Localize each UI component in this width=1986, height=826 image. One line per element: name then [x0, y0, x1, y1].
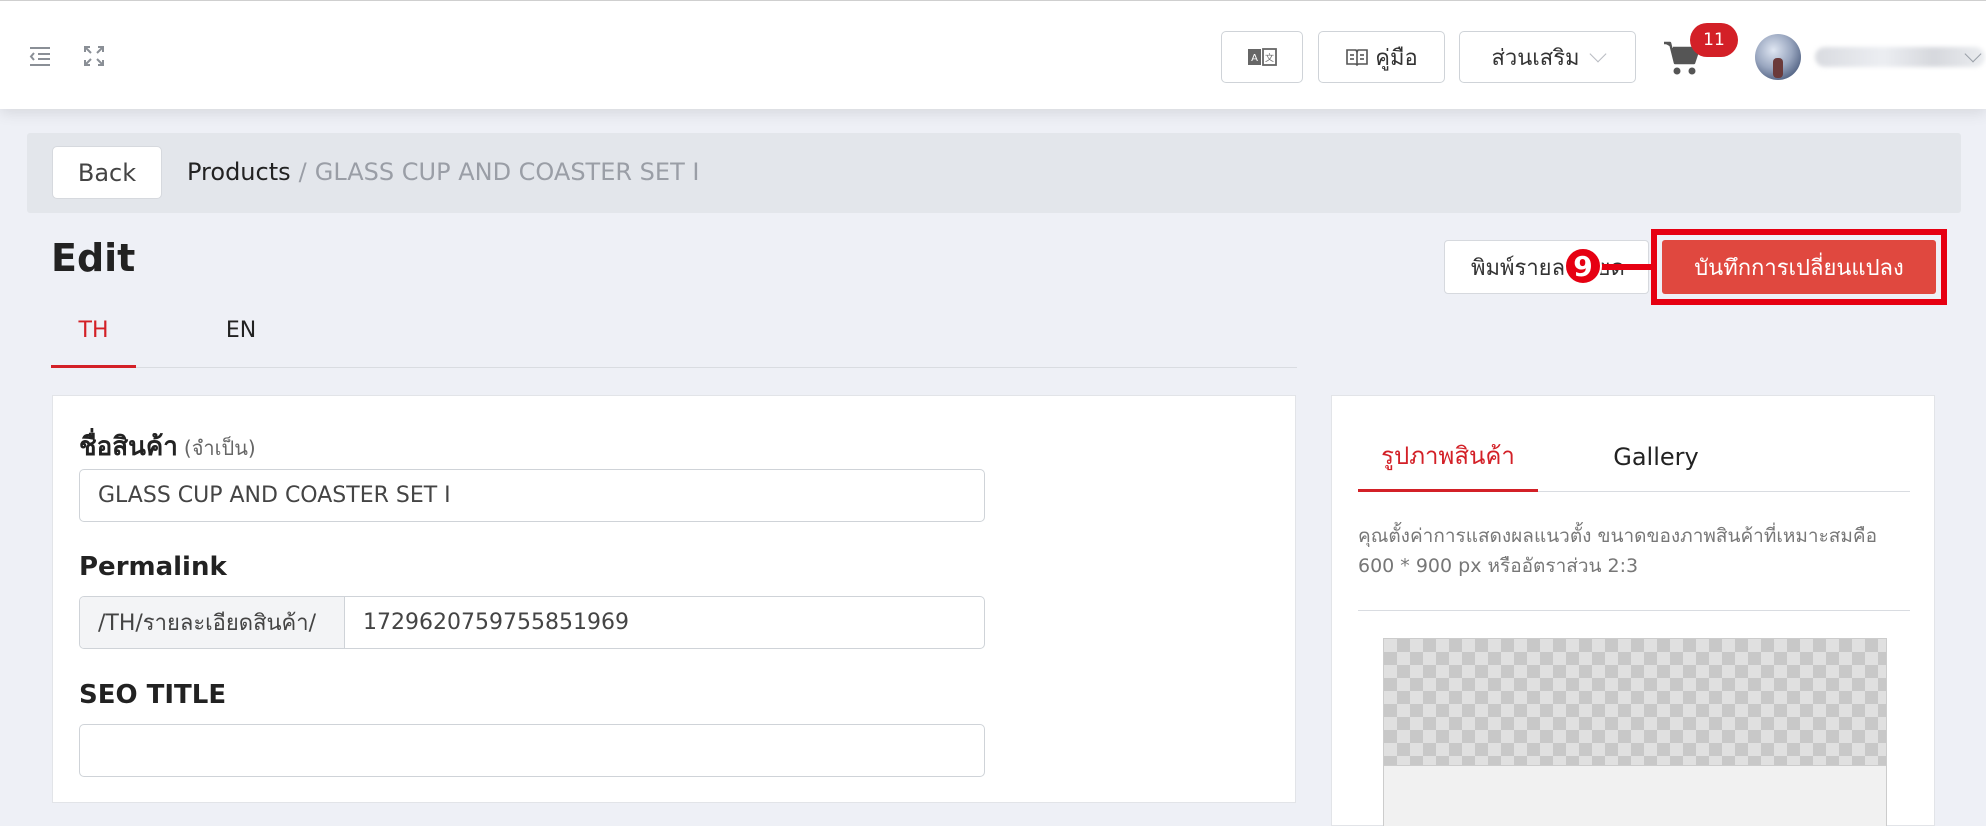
image-preview-placeholder — [1384, 765, 1886, 826]
product-name-label-text: ชื่อสินค้า — [79, 432, 178, 462]
book-icon — [1346, 49, 1369, 67]
image-tabs: รูปภาพสินค้า Gallery — [1358, 422, 1910, 492]
svg-text:文: 文 — [1265, 52, 1274, 64]
top-header: A 文 คู่มือ ส่วนเสริม 11 — [0, 0, 1986, 109]
translate-icon: A 文 — [1248, 48, 1277, 66]
back-button[interactable]: Back — [52, 146, 162, 199]
translate-button[interactable]: A 文 — [1221, 31, 1303, 83]
breadcrumb-separator: / — [298, 158, 307, 186]
required-hint: (จำเป็น) — [183, 436, 256, 460]
tab-gallery[interactable]: Gallery — [1596, 422, 1716, 492]
step-marker: 9 — [1564, 247, 1602, 285]
product-image-card: รูปภาพสินค้า Gallery คุณตั้งค่าการแสดงผล… — [1331, 395, 1935, 826]
svg-text:A: A — [1251, 53, 1258, 64]
tab-product-image[interactable]: รูปภาพสินค้า — [1358, 422, 1538, 492]
tab-en[interactable]: EN — [201, 312, 281, 368]
breadcrumb-products[interactable]: Products — [187, 158, 291, 186]
addons-label: ส่วนเสริม — [1491, 45, 1580, 71]
product-name-label: ชื่อสินค้า (จำเป็น) — [79, 426, 256, 467]
breadcrumb-bar: Back Products / GLASS CUP AND COASTER SE… — [27, 133, 1961, 213]
addons-dropdown[interactable]: ส่วนเสริม — [1459, 31, 1636, 83]
divider — [1358, 610, 1910, 611]
image-upload-preview[interactable] — [1383, 638, 1887, 826]
avatar[interactable] — [1755, 34, 1801, 80]
manual-button[interactable]: คู่มือ — [1318, 31, 1445, 83]
cart-count-badge: 11 — [1690, 23, 1738, 57]
permalink-label: Permalink — [79, 552, 227, 582]
manual-label: คู่มือ — [1375, 45, 1418, 71]
product-form-card: ชื่อสินค้า (จำเป็น) GLASS CUP AND COASTER… — [52, 395, 1296, 803]
permalink-field: /TH/รายละเอียดสินค้า/ 172962075975585196… — [79, 596, 985, 649]
breadcrumb: Products / GLASS CUP AND COASTER SET I — [187, 158, 699, 186]
product-name-input[interactable]: GLASS CUP AND COASTER SET I — [79, 469, 985, 522]
permalink-prefix: /TH/รายละเอียดสินค้า/ — [80, 597, 345, 648]
permalink-input[interactable]: 1729620759755851969 — [345, 597, 984, 648]
image-size-hint: คุณตั้งค่าการแสดงผลแนวตั้ง ขนาดของภาพสิน… — [1358, 525, 1878, 577]
chevron-down-icon — [1589, 45, 1607, 63]
collapse-menu-icon[interactable] — [27, 43, 53, 69]
seo-title-label: SEO TITLE — [79, 680, 227, 710]
seo-title-input[interactable] — [79, 724, 985, 777]
annotation-connector — [1595, 264, 1653, 270]
fullscreen-icon[interactable] — [81, 43, 107, 69]
tab-th[interactable]: TH — [51, 312, 136, 368]
language-tabs: TH EN — [51, 312, 1297, 368]
page-title: Edit — [51, 236, 136, 280]
username-blurred[interactable] — [1815, 47, 1985, 67]
save-changes-button[interactable]: บันทึกการเปลี่ยนแปลง — [1662, 240, 1936, 294]
breadcrumb-current: GLASS CUP AND COASTER SET I — [314, 158, 700, 186]
